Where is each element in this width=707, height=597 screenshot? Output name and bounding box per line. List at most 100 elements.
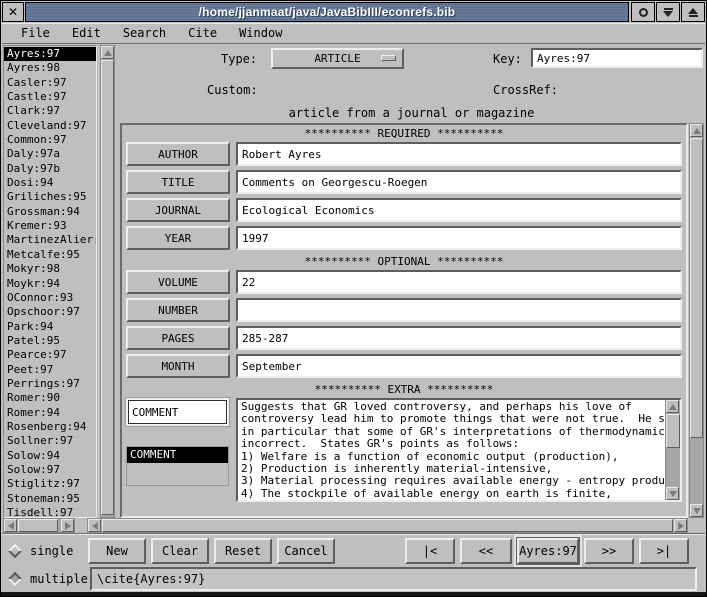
list-item[interactable]: Metcalfe:95 <box>4 248 96 262</box>
field-input[interactable] <box>236 326 682 350</box>
menu-item[interactable]: Window <box>228 24 293 42</box>
option-menu-indicator-icon <box>381 55 396 61</box>
list-item[interactable]: Casler:97 <box>4 76 96 90</box>
field-row: VOLUME <box>126 270 682 294</box>
nav-first-button[interactable]: |< <box>405 538 455 564</box>
close-icon[interactable]: ✕ <box>2 2 24 22</box>
scrollbar-thumb[interactable] <box>102 519 673 532</box>
list-item[interactable]: Daly:97b <box>4 162 96 176</box>
scrollbar-thumb[interactable] <box>666 414 680 448</box>
list-item[interactable]: Patel:95 <box>4 334 96 348</box>
list-item[interactable]: Stiglitz:97 <box>4 477 96 491</box>
nav-prev-button[interactable]: << <box>460 538 512 564</box>
scroll-left-icon[interactable] <box>4 519 17 532</box>
list-item[interactable]: Clark:97 <box>4 104 96 118</box>
list-item[interactable]: Cleveland:97 <box>4 119 96 133</box>
optional-heading: ********** OPTIONAL ********** <box>126 254 682 270</box>
scroll-down-icon[interactable] <box>666 487 679 500</box>
menu-item[interactable]: Cite <box>177 24 228 42</box>
list-item[interactable]: Griliches:95 <box>4 190 96 204</box>
extra-field-name-input[interactable] <box>128 400 227 424</box>
scrollbar-thumb[interactable] <box>690 138 703 438</box>
list-item[interactable]: Pearce:97 <box>4 348 96 362</box>
comment-textarea[interactable] <box>238 400 665 500</box>
list-item[interactable]: Dosi:94 <box>4 176 96 190</box>
list-item[interactable]: Peet:97 <box>4 363 96 377</box>
scrollbar-thumb[interactable] <box>101 60 114 515</box>
menubar: FileEditSearchCiteWindow <box>2 23 705 44</box>
crossref-label: CrossRef: <box>493 83 558 97</box>
list-item[interactable]: Romer:90 <box>4 391 96 405</box>
scroll-left-icon[interactable] <box>88 519 101 532</box>
list-item[interactable]: Mokyr:98 <box>4 262 96 276</box>
cite-command-input[interactable] <box>90 567 697 591</box>
list-item[interactable]: Castle:97 <box>4 90 96 104</box>
list-item[interactable]: Perrings:97 <box>4 377 96 391</box>
list-item[interactable]: Solow:97 <box>4 463 96 477</box>
key-input[interactable] <box>531 48 703 68</box>
list-item[interactable]: Opschoor:97 <box>4 305 96 319</box>
nav-last-button[interactable]: >| <box>639 538 689 564</box>
list-horizontal-scrollbar[interactable] <box>3 518 75 533</box>
field-row: NUMBER <box>126 298 682 322</box>
scroll-right-icon[interactable] <box>61 519 74 532</box>
list-item[interactable]: Kremer:93 <box>4 219 96 233</box>
list-item[interactable]: Solow:94 <box>4 449 96 463</box>
mode-single-radio[interactable]: single <box>10 544 73 558</box>
list-item[interactable]: Tisdell:97 <box>4 506 96 518</box>
field-input[interactable] <box>236 270 682 294</box>
scroll-up-icon[interactable] <box>690 124 703 137</box>
field-input[interactable] <box>236 170 682 194</box>
scrollbar-thumb[interactable] <box>18 519 58 532</box>
new-button[interactable]: New <box>88 538 146 564</box>
mode-multiple-radio[interactable]: multiple <box>10 572 88 586</box>
field-label: TITLE <box>126 170 230 194</box>
clear-button[interactable]: Clear <box>151 538 209 564</box>
nav-current-button[interactable]: Ayres:97 <box>517 538 579 564</box>
panel-vertical-scrollbar[interactable] <box>689 123 704 518</box>
reset-button[interactable]: Reset <box>214 538 272 564</box>
titlebar: ✕ /home/jjanmaat/java/JavaBibIII/econref… <box>2 2 705 22</box>
list-item[interactable]: Daly:97a <box>4 147 96 161</box>
list-item[interactable]: Romer:94 <box>4 406 96 420</box>
cancel-button[interactable]: Cancel <box>277 538 335 564</box>
list-item[interactable]: Ayres:98 <box>4 61 96 75</box>
scroll-right-icon[interactable] <box>674 519 687 532</box>
menu-item[interactable]: Edit <box>61 24 112 42</box>
menu-item[interactable]: Search <box>112 24 177 42</box>
comment-editor <box>236 398 682 502</box>
list-item[interactable]: Grossman:94 <box>4 205 96 219</box>
extra-field-option[interactable]: COMMENT <box>127 447 228 463</box>
nav-next-button[interactable]: >> <box>584 538 634 564</box>
minimize-icon[interactable] <box>656 2 680 22</box>
list-item[interactable]: Common:97 <box>4 133 96 147</box>
minimize-glyph <box>663 8 673 17</box>
list-item[interactable]: MartinezAlier:97 <box>4 233 96 247</box>
field-input[interactable] <box>236 198 682 222</box>
optional-fields: VOLUME NUMBER PAGES <box>126 270 682 378</box>
field-input[interactable] <box>236 226 682 250</box>
type-label: Type: <box>221 52 257 66</box>
entry-editor: Type: ARTICLE Key: Custom: CrossRef: art… <box>119 45 704 533</box>
scroll-up-icon[interactable] <box>101 46 114 59</box>
list-item[interactable]: Rosenberg:94 <box>4 420 96 434</box>
scroll-up-icon[interactable] <box>666 400 679 413</box>
field-input[interactable] <box>236 142 682 166</box>
list-item[interactable]: Ayres:97 <box>4 47 96 61</box>
list-item[interactable]: Moykr:94 <box>4 277 96 291</box>
field-row: PAGES <box>126 326 682 350</box>
field-input[interactable] <box>236 354 682 378</box>
comment-vertical-scrollbar[interactable] <box>665 400 680 500</box>
list-item[interactable]: Sollner:97 <box>4 434 96 448</box>
window-menu-icon[interactable] <box>631 2 655 22</box>
panel-horizontal-scrollbar[interactable] <box>87 518 688 533</box>
list-vertical-scrollbar[interactable] <box>100 45 115 518</box>
menu-item[interactable]: File <box>10 24 61 42</box>
maximize-icon[interactable] <box>681 2 705 22</box>
list-item[interactable]: OConnor:93 <box>4 291 96 305</box>
type-dropdown[interactable]: ARTICLE <box>271 48 404 69</box>
list-item[interactable]: Park:94 <box>4 320 96 334</box>
field-input[interactable] <box>236 298 682 322</box>
scroll-down-icon[interactable] <box>690 504 703 517</box>
list-item[interactable]: Stoneman:95 <box>4 492 96 506</box>
